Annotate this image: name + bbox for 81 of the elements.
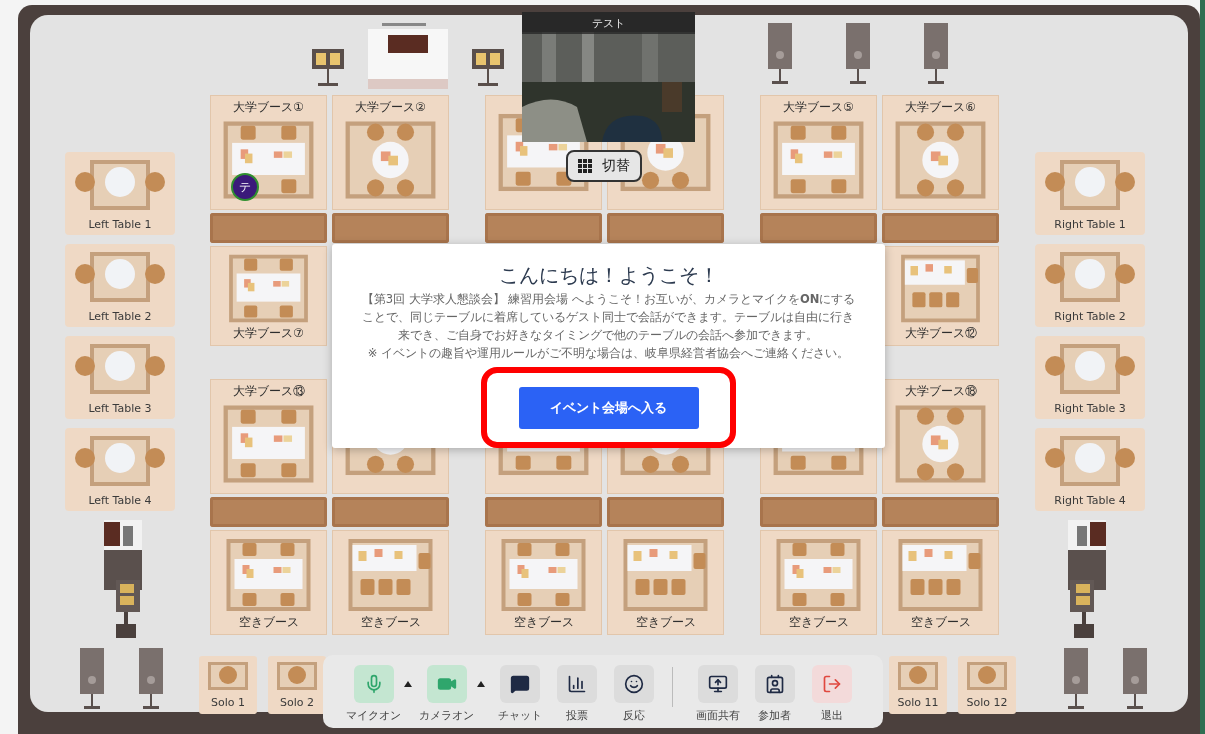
booth[interactable]: 空きブース bbox=[332, 530, 449, 635]
grid-icon bbox=[578, 159, 592, 173]
table-drawing bbox=[965, 660, 1009, 692]
booth-label: 大学ブース⑤ bbox=[783, 100, 854, 115]
table-label: Solo 12 bbox=[966, 696, 1008, 709]
table-label: Left Table 1 bbox=[88, 218, 152, 231]
participant-name: テスト bbox=[522, 12, 695, 34]
smile-icon bbox=[623, 674, 644, 694]
table-label: Right Table 2 bbox=[1054, 310, 1126, 323]
booth-label: 大学ブース⑬ bbox=[232, 384, 305, 399]
table-label: Solo 11 bbox=[897, 696, 939, 709]
table-drawing bbox=[275, 660, 319, 692]
booth[interactable]: 大学ブース⑬ bbox=[210, 379, 327, 494]
booth[interactable]: 大学ブース⑦ bbox=[210, 246, 327, 346]
booth[interactable]: 大学ブース① テ bbox=[210, 95, 327, 210]
side-table[interactable]: Right Table 4 bbox=[1035, 428, 1145, 511]
mic-button[interactable]: マイクオン bbox=[345, 665, 402, 723]
booth-label: 大学ブース⑫ bbox=[904, 326, 977, 341]
side-table[interactable]: Left Table 3 bbox=[65, 336, 175, 419]
reaction-button[interactable]: 反応 bbox=[605, 665, 662, 723]
bar-chart-icon bbox=[566, 674, 587, 694]
table-drawing bbox=[896, 660, 940, 692]
booth-label: 大学ブース① bbox=[233, 100, 304, 115]
side-table[interactable]: Right Table 3 bbox=[1035, 336, 1145, 419]
solo-table[interactable]: Solo 11 bbox=[889, 656, 947, 714]
booth-label: 空きブース bbox=[788, 615, 849, 630]
dialog-title: こんにちは！ようこそ！ bbox=[498, 262, 719, 288]
table-label: Right Table 1 bbox=[1054, 218, 1126, 231]
booth-label: 大学ブース⑥ bbox=[905, 100, 976, 115]
table-label: Right Table 3 bbox=[1054, 402, 1126, 415]
booth[interactable]: 空きブース bbox=[882, 530, 999, 635]
booth[interactable]: 大学ブース⑥ bbox=[882, 95, 999, 210]
participants-button[interactable]: 参加者 bbox=[746, 665, 803, 723]
booth[interactable]: 空きブース bbox=[760, 530, 877, 635]
enter-button[interactable]: イベント会場へ入る bbox=[518, 386, 699, 429]
side-table[interactable]: Right Table 1 bbox=[1035, 152, 1145, 235]
exit-icon bbox=[821, 674, 842, 694]
booth[interactable]: 大学ブース⑱ bbox=[882, 379, 999, 494]
booth-label: 空きブース bbox=[513, 615, 574, 630]
switch-button[interactable]: 切替 bbox=[566, 150, 642, 182]
booth-label: 空きブース bbox=[360, 615, 421, 630]
table-label: Right Table 4 bbox=[1054, 494, 1126, 507]
booth[interactable]: 空きブース bbox=[485, 530, 602, 635]
booth-label: 空きブース bbox=[635, 615, 696, 630]
screen-share-button[interactable]: 画面共有 bbox=[689, 665, 746, 723]
monitor-icon bbox=[707, 674, 728, 694]
sign-board-icon bbox=[470, 47, 506, 89]
table-label: Left Table 3 bbox=[88, 402, 152, 415]
caret-icon[interactable] bbox=[477, 681, 485, 687]
booth[interactable]: 空きブース bbox=[210, 530, 327, 635]
solo-table[interactable]: Solo 1 bbox=[199, 656, 257, 714]
table-drawing bbox=[206, 660, 250, 692]
leave-button[interactable]: 退出 bbox=[803, 665, 860, 723]
side-table[interactable]: Right Table 2 bbox=[1035, 244, 1145, 327]
sign-board-icon bbox=[310, 47, 346, 89]
dialog-note: ※ イベントの趣旨や運用ルールがご不明な場合は、岐阜県経営者協会へご連絡ください。 bbox=[367, 345, 850, 362]
booth-label: 大学ブース② bbox=[355, 100, 426, 115]
solo-table[interactable]: Solo 12 bbox=[958, 656, 1016, 714]
booth[interactable]: 大学ブース⑤ bbox=[760, 95, 877, 210]
booth-label: 大学ブース⑦ bbox=[233, 326, 304, 341]
chat-icon bbox=[509, 674, 530, 694]
side-table[interactable]: Left Table 1 bbox=[65, 152, 175, 235]
side-table[interactable]: Left Table 4 bbox=[65, 428, 175, 511]
booth[interactable]: 空きブース bbox=[607, 530, 724, 635]
solo-table[interactable]: Solo 2 bbox=[268, 656, 326, 714]
side-table[interactable]: Left Table 2 bbox=[65, 244, 175, 327]
poll-button[interactable]: 投票 bbox=[548, 665, 605, 723]
chat-button[interactable]: チャット bbox=[491, 665, 548, 723]
dialog-message: 【第3回 大学求人懇談会】 練習用会場 へようこそ！お互いが、カメラとマイクをONにする ことで、同じテーブルに着席しているゲスト同士で会話ができます。テーブルは自由に行き 来でき、ご自身でお好きなタイミングで他のテーブルの会話へ参加できます。 bbox=[361, 291, 856, 344]
booth-label: 空きブース bbox=[238, 615, 299, 630]
booth[interactable]: 大学ブース⑫ bbox=[882, 246, 999, 346]
contact-card-icon bbox=[764, 674, 785, 694]
table-label: Solo 1 bbox=[211, 696, 245, 709]
table-label: Left Table 4 bbox=[88, 494, 152, 507]
caret-icon[interactable] bbox=[404, 681, 412, 687]
booth-label: 空きブース bbox=[910, 615, 971, 630]
table-label: Solo 2 bbox=[280, 696, 314, 709]
booth-label: 大学ブース⑱ bbox=[904, 384, 977, 399]
camera-button[interactable]: カメラオン bbox=[418, 665, 475, 723]
booth[interactable]: 大学ブース② bbox=[332, 95, 449, 210]
table-label: Left Table 2 bbox=[88, 310, 152, 323]
